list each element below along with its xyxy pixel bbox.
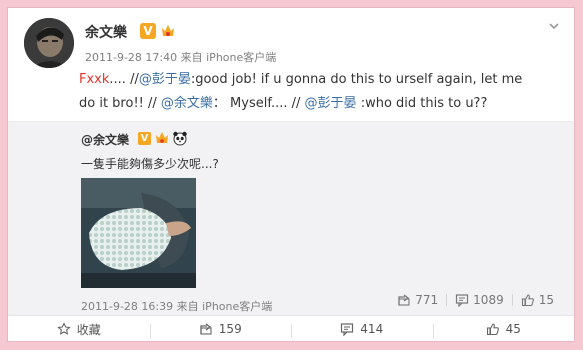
repost-timestamp[interactable]: 2011-9-28 16:39	[81, 300, 173, 313]
source-prefix: 来自	[176, 300, 199, 313]
avatar[interactable]	[24, 18, 74, 68]
repost-forward-count: 771	[415, 293, 439, 307]
vip-member-icon	[162, 25, 174, 36]
thumbs-up-icon	[486, 322, 500, 336]
like-count: 45	[505, 322, 521, 336]
mention-link[interactable]: @彭于晏	[139, 72, 191, 87]
repost-meta: 2011-9-28 16:39 来自 iPhone客户端	[81, 298, 272, 314]
repost-like-button[interactable]: 15	[513, 293, 562, 307]
repost-text: 一隻手能夠傷多少次呢...?	[81, 157, 219, 171]
forward-icon	[199, 322, 213, 336]
post-actions-bar: 收藏 159 414 45	[8, 315, 574, 342]
content-part4: ： Myself.... //	[212, 96, 305, 111]
repost-forward-button[interactable]: 771	[389, 293, 446, 307]
repost-photo[interactable]	[81, 178, 196, 288]
bandaged-hand-photo	[81, 178, 196, 288]
post-content: Fxxk.... //@彭于晏:good job! if u gonna do …	[79, 68, 539, 116]
content-part5: :who did this to u??	[356, 96, 488, 111]
post-meta: 2011-9-28 17:40 来自 iPhone客户端	[85, 49, 276, 65]
repost-comment-button[interactable]: 1089	[447, 293, 512, 307]
repost-source[interactable]: iPhone客户端	[202, 300, 272, 313]
reposted-weibo: @余文樂 V 一隻手能夠傷多少次呢...? 2011-9-28 16:39 来自…	[8, 121, 574, 316]
repost-username[interactable]: @余文樂	[81, 131, 129, 148]
verified-badge-icon: V	[140, 23, 156, 39]
favorite-button[interactable]: 收藏	[8, 321, 150, 338]
mention-link[interactable]: @彭于晏	[305, 96, 357, 111]
repost-comment-count: 1089	[473, 293, 504, 307]
repost-like-count: 15	[538, 293, 554, 307]
comment-icon	[340, 322, 354, 336]
post-username[interactable]: 余文樂	[85, 22, 127, 42]
avatar-image	[24, 18, 74, 68]
post-timestamp[interactable]: 2011-9-28 17:40	[85, 51, 177, 64]
repost-actions: 771 1089 15	[389, 293, 562, 307]
content-part1: Fxxk	[79, 72, 110, 87]
verified-badge-icon: V	[138, 132, 151, 145]
thumbs-up-icon	[521, 293, 535, 307]
weibo-post-card: 余文樂 V 2011-9-28 17:40 来自 iPhone客户端 Fxxk.…	[7, 7, 575, 342]
like-button[interactable]: 45	[432, 322, 575, 338]
star-icon	[56, 322, 71, 336]
forward-button[interactable]: 159	[149, 322, 292, 338]
comment-count: 414	[360, 322, 384, 336]
post-source[interactable]: iPhone客户端	[206, 51, 276, 64]
vip-member-icon	[156, 132, 168, 143]
source-prefix: 来自	[180, 51, 203, 64]
favorite-label: 收藏	[76, 322, 101, 337]
forward-icon	[397, 293, 411, 307]
chevron-down-icon[interactable]	[548, 20, 560, 32]
forward-count: 159	[218, 322, 242, 336]
comment-button[interactable]: 414	[291, 322, 433, 338]
panda-icon	[173, 131, 187, 146]
mention-link[interactable]: @余文樂	[161, 96, 213, 111]
comment-icon	[455, 293, 469, 307]
content-part2: .... //	[109, 72, 139, 87]
